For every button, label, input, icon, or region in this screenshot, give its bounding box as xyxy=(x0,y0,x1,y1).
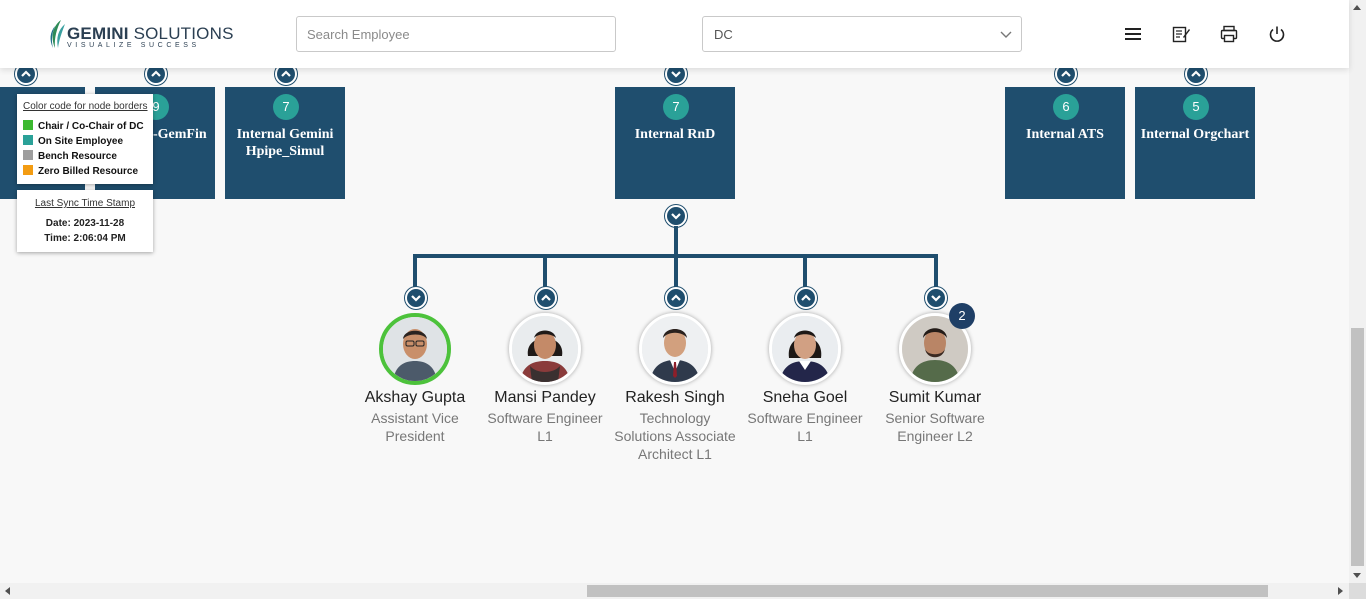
employee-card[interactable]: Rakesh Singh Technology Solutions Associ… xyxy=(610,313,740,463)
menu-icon[interactable] xyxy=(1123,24,1143,44)
legend-item: Bench Resource xyxy=(23,150,117,162)
legend-title: Color code for node borders xyxy=(23,101,148,112)
chevron-down-icon xyxy=(671,71,681,78)
expand-toggle-button[interactable] xyxy=(405,287,427,309)
legend-label: Chair / Co-Chair of DC xyxy=(38,121,144,132)
employee-role: Technology Solutions Associate Architect… xyxy=(614,410,736,462)
print-icon[interactable] xyxy=(1219,24,1239,44)
employee-role: Software Engineer L1 xyxy=(487,410,603,444)
gemini-logo[interactable]: GEMINI SOLUTIONS VISUALIZE SUCCESS xyxy=(47,18,233,52)
connector-line xyxy=(934,254,938,288)
employee-name: Rakesh Singh xyxy=(625,389,725,406)
department-count: 7 xyxy=(273,94,299,120)
employee-card[interactable]: Sneha Goel Software Engineer L1 xyxy=(740,313,870,445)
department-title: Internal ATS xyxy=(1026,127,1104,142)
dc-select[interactable]: DC xyxy=(702,16,1022,52)
chevron-up-icon xyxy=(1061,70,1071,77)
vertical-scroll-thumb[interactable] xyxy=(1351,328,1364,566)
department-node[interactable]: 5 Internal Orgchart xyxy=(1135,87,1255,199)
chevron-up-icon xyxy=(151,70,161,77)
chevron-down-icon xyxy=(931,295,941,302)
sync-timestamp-panel: Last Sync Time Stamp Date: 2023-11-28 Ti… xyxy=(17,190,153,252)
department-count: 5 xyxy=(1183,94,1209,120)
department-title: Internal RnD xyxy=(634,127,716,142)
department-node[interactable]: 7 Internal Gemini Hpipe_Simul xyxy=(225,87,345,199)
person-photo xyxy=(772,316,838,382)
department-node[interactable]: 7 Internal RnD xyxy=(615,87,735,199)
chevron-down-icon xyxy=(1000,31,1012,38)
green-swatch-icon xyxy=(23,120,33,130)
chevron-up-icon xyxy=(1191,70,1201,77)
expand-toggle-button[interactable] xyxy=(925,287,947,309)
department-count: 7 xyxy=(663,94,689,120)
person-photo xyxy=(512,316,578,382)
logo-name-bold: GEMINI xyxy=(67,24,129,43)
collapse-toggle-button[interactable] xyxy=(535,287,557,309)
person-photo xyxy=(383,317,447,381)
legend-label: Zero Billed Resource xyxy=(38,166,139,177)
department-title: Internal Gemini Hpipe_Simul xyxy=(236,127,334,159)
edit-note-icon[interactable] xyxy=(1171,24,1191,44)
person-photo xyxy=(642,316,708,382)
scroll-right-arrow-icon[interactable] xyxy=(1338,587,1343,595)
node-border-legend: Color code for node borders Chair / Co-C… xyxy=(17,94,153,184)
chevron-up-icon xyxy=(671,294,681,301)
scroll-left-arrow-icon[interactable] xyxy=(5,587,10,595)
employee-name: Sneha Goel xyxy=(762,389,848,406)
power-icon[interactable] xyxy=(1267,24,1287,44)
employee-card[interactable]: Sumit Kumar Senior Software Engineer L2 xyxy=(870,313,1000,445)
department-title: -GemFin xyxy=(153,127,207,142)
department-node[interactable]: 6 Internal ATS xyxy=(1005,87,1125,199)
connector-line xyxy=(674,254,678,288)
department-title: Internal Orgchart xyxy=(1140,127,1250,142)
employee-name: Akshay Gupta xyxy=(364,389,466,406)
chevron-down-icon xyxy=(411,295,421,302)
collapse-toggle-button[interactable] xyxy=(665,287,687,309)
employee-card[interactable]: Akshay Gupta Assistant Vice President xyxy=(350,313,480,445)
connector-line xyxy=(543,254,547,288)
top-header: GEMINI SOLUTIONS VISUALIZE SUCCESS DC xyxy=(0,0,1349,68)
scrollbar-corner xyxy=(1349,583,1366,599)
chevron-down-icon xyxy=(671,213,681,220)
search-employee-input[interactable] xyxy=(296,16,616,52)
chevron-up-icon xyxy=(541,294,551,301)
logo-name-rest: SOLUTIONS xyxy=(128,24,234,43)
chevron-up-icon xyxy=(281,70,291,77)
avatar[interactable] xyxy=(509,313,581,385)
employee-role: Senior Software Engineer L2 xyxy=(885,410,985,444)
chevron-up-icon xyxy=(21,70,31,77)
logo-tagline: VISUALIZE SUCCESS xyxy=(67,42,200,49)
employee-card[interactable]: Mansi Pandey Software Engineer L1 xyxy=(480,313,610,445)
legend-item: On Site Employee xyxy=(23,135,123,147)
legend-label: On Site Employee xyxy=(38,136,124,147)
collapse-toggle-button[interactable] xyxy=(795,287,817,309)
sync-date: Date: 2023-11-28 xyxy=(45,218,125,229)
legend-label: Bench Resource xyxy=(38,151,117,162)
employee-name: Mansi Pandey xyxy=(494,389,596,406)
department-count: 6 xyxy=(1053,94,1079,120)
avatar[interactable] xyxy=(769,313,841,385)
connector-line xyxy=(803,254,807,288)
connector-line xyxy=(413,254,417,288)
avatar[interactable] xyxy=(639,313,711,385)
chevron-up-icon xyxy=(801,294,811,301)
sync-time: Time: 2:06:04 PM xyxy=(44,233,126,244)
legend-item: Chair / Co-Chair of DC xyxy=(23,120,144,132)
avatar[interactable] xyxy=(379,313,451,385)
leaf-logo-icon xyxy=(50,20,65,48)
employee-name: Sumit Kumar xyxy=(888,389,982,406)
scroll-down-arrow-icon[interactable] xyxy=(1353,573,1361,578)
dc-select-value: DC xyxy=(714,27,733,42)
legend-item: Zero Billed Resource xyxy=(23,165,138,177)
teal-swatch-icon xyxy=(23,135,33,145)
employee-role: Software Engineer L1 xyxy=(747,410,863,444)
gray-swatch-icon xyxy=(23,150,33,160)
orange-swatch-icon xyxy=(23,165,33,175)
sync-title: Last Sync Time Stamp xyxy=(34,198,136,209)
scroll-up-arrow-icon[interactable] xyxy=(1353,5,1361,10)
employee-role: Assistant Vice President xyxy=(371,410,459,444)
expand-toggle-button[interactable] xyxy=(665,205,687,227)
direct-reports-count-badge: 2 xyxy=(949,303,975,329)
horizontal-scroll-thumb[interactable] xyxy=(587,585,1268,597)
